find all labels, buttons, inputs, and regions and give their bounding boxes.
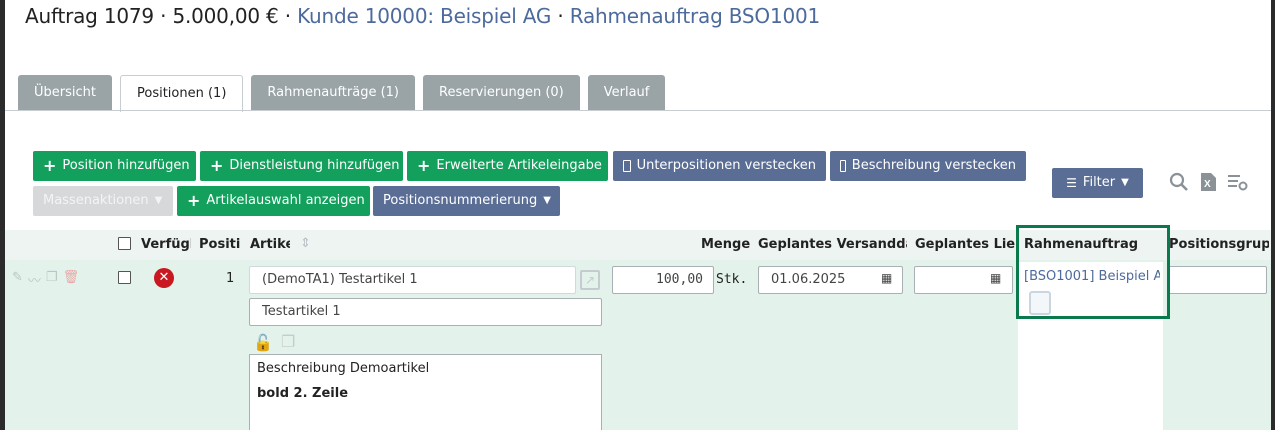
- tab-bar: Übersicht Positionen (1) Rahmenaufträge …: [18, 75, 666, 112]
- show-article-selection-button[interactable]: + Artikelauswahl anzeigen: [177, 186, 370, 216]
- tab-reservations[interactable]: Reservierungen (0): [423, 75, 580, 111]
- chevron-down-icon: ▼: [543, 195, 551, 206]
- order-title: Auftrag 1079: [25, 4, 154, 28]
- edit-icon[interactable]: ✎: [12, 270, 23, 289]
- order-amount: 5.000,00 €: [172, 4, 279, 28]
- calendar-icon[interactable]: ▦: [990, 271, 1001, 285]
- calendar-icon[interactable]: ▦: [881, 271, 892, 285]
- highlight-box: [1016, 225, 1170, 319]
- row-position-number: 1: [226, 271, 235, 286]
- article-name-input[interactable]: Testartikel 1: [249, 298, 602, 326]
- column-settings-icon[interactable]: [1227, 172, 1249, 197]
- chevron-down-icon: ▼: [1121, 177, 1129, 188]
- customer-link[interactable]: Kunde 10000: Beispiel AG: [297, 4, 551, 28]
- column-article[interactable]: Artikel: [250, 237, 290, 252]
- open-article-icon[interactable]: ↗: [580, 270, 600, 290]
- position-group-input[interactable]: [1167, 266, 1267, 294]
- column-position[interactable]: Positio: [199, 237, 241, 252]
- unit-label: Stk.: [716, 272, 748, 287]
- ship-date-value: 01.06.2025: [771, 272, 846, 287]
- sort-icon[interactable]: ⇕: [300, 236, 311, 251]
- mass-actions-button[interactable]: Massenaktionen ▼: [33, 186, 173, 216]
- add-position-button[interactable]: + Position hinzufügen: [33, 151, 196, 181]
- delete-icon[interactable]: 🗑: [63, 270, 80, 289]
- hide-subpositions-button[interactable]: Unterpositionen verstecken: [613, 151, 826, 181]
- mass-actions-label: Massenaktionen: [43, 193, 149, 208]
- framework-order-link[interactable]: Rahmenauftrag BSO1001: [570, 4, 821, 28]
- excel-export-icon[interactable]: X: [1199, 172, 1217, 197]
- filter-label: Filter: [1082, 175, 1116, 190]
- article-input[interactable]: (DemoTA1) Testartikel 1: [249, 266, 576, 294]
- hide-subpositions-label: Unterpositionen verstecken: [636, 158, 816, 173]
- quantity-input[interactable]: 100,00: [612, 266, 714, 294]
- filter-icon: ☰: [1066, 176, 1077, 190]
- hide-description-button[interactable]: Beschreibung verstecken: [830, 151, 1026, 181]
- tab-history[interactable]: Verlauf: [587, 75, 666, 111]
- description-line-2: bold 2. Zeile: [257, 386, 349, 401]
- tab-positions[interactable]: Positionen (1): [119, 75, 244, 112]
- chevron-down-icon: ▼: [154, 195, 163, 206]
- search-icon[interactable]: [1169, 172, 1189, 197]
- select-all-checkbox[interactable]: [118, 237, 131, 250]
- position-numbering-button[interactable]: Positionsnummerierung ▼: [373, 186, 560, 216]
- row-checkbox[interactable]: [118, 271, 131, 284]
- row-action-icons: ✎ 〰 ❐ 🗑: [12, 270, 79, 289]
- title-separator: ·: [557, 4, 564, 28]
- extended-entry-label: Erweiterte Artikeleingabe: [436, 158, 602, 173]
- column-planned-ship-date[interactable]: Geplantes Versanddatu: [758, 237, 907, 252]
- checkbox-icon: [840, 160, 846, 172]
- not-available-icon: ✕: [154, 268, 174, 288]
- column-position-group[interactable]: Positionsgrupp: [1169, 237, 1269, 252]
- add-service-label: Dienstleistung hinzufügen: [229, 158, 400, 173]
- copy-icon[interactable]: ❐: [46, 270, 58, 289]
- lock-icon[interactable]: 🔓: [253, 333, 273, 352]
- filter-button[interactable]: ☰ Filter ▼: [1052, 168, 1143, 198]
- svg-text:X: X: [1204, 179, 1211, 190]
- add-position-label: Position hinzufügen: [62, 158, 190, 173]
- title-separator: ·: [284, 4, 291, 28]
- plus-icon: +: [43, 156, 57, 175]
- add-service-button[interactable]: + Dienstleistung hinzufügen: [200, 151, 403, 181]
- toolbar-icons: X: [1169, 172, 1249, 197]
- tab-overview[interactable]: Übersicht: [18, 75, 112, 111]
- hide-description-label: Beschreibung verstecken: [851, 158, 1016, 173]
- tab-divider: [5, 110, 1271, 111]
- checkbox-icon: [623, 160, 631, 172]
- show-article-selection-label: Artikelauswahl anzeigen: [206, 193, 365, 208]
- title-separator: ·: [160, 4, 167, 28]
- copy-description-icon[interactable]: ❐: [281, 332, 295, 351]
- column-quantity[interactable]: Menge: [701, 237, 751, 252]
- description-editor[interactable]: Beschreibung Demoartikel bold 2. Zeile: [249, 354, 602, 430]
- plus-icon: +: [187, 191, 201, 210]
- plus-icon: +: [417, 156, 431, 175]
- tab-framework-orders[interactable]: Rahmenaufträge (1): [251, 75, 416, 111]
- extended-entry-button[interactable]: + Erweiterte Artikeleingabe: [407, 151, 608, 181]
- column-available[interactable]: Verfügb: [141, 237, 191, 252]
- column-planned-delivery-date[interactable]: Geplantes Liefe: [915, 237, 1015, 252]
- plus-icon: +: [210, 156, 224, 175]
- position-numbering-label: Positionsnummerierung: [383, 193, 538, 208]
- window-border-right: [1271, 0, 1275, 430]
- page-title: Auftrag 1079 · 5.000,00 € · Kunde 10000:…: [25, 4, 820, 28]
- chart-icon[interactable]: 〰: [28, 270, 41, 289]
- description-line-1: Beschreibung Demoartikel: [257, 361, 430, 376]
